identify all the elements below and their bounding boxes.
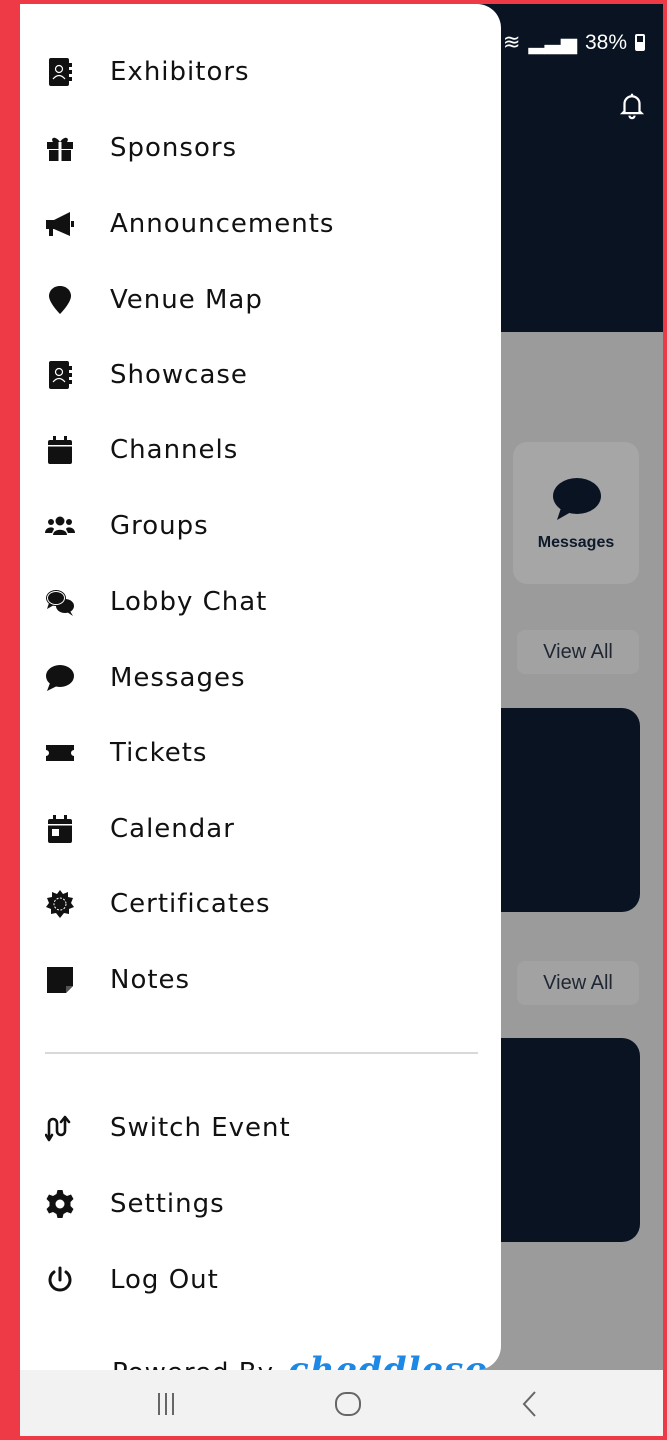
menu-item-label: Log Out <box>110 1265 219 1295</box>
menu-item-label: Venue Map <box>110 285 263 315</box>
menu-item-tickets[interactable]: Tickets <box>20 723 501 783</box>
menu-item-log-out[interactable]: Log Out <box>20 1250 501 1310</box>
menu-item-label: Lobby Chat <box>110 587 268 617</box>
comment-icon <box>44 662 76 694</box>
powered-by: Powered By cheddleso <box>112 1350 488 1370</box>
menu-item-venue-map[interactable]: Venue Map <box>20 270 501 330</box>
menu-divider <box>45 1052 478 1054</box>
certificate-icon <box>44 888 76 920</box>
map-pin-icon <box>44 284 76 316</box>
menu-item-channels[interactable]: Channels <box>20 420 501 480</box>
menu-item-groups[interactable]: Groups <box>20 496 501 556</box>
menu-item-label: Tickets <box>110 738 208 768</box>
signal-icon: ▂▃▅ <box>528 31 577 54</box>
menu-item-label: Certificates <box>110 889 271 919</box>
power-icon <box>44 1264 76 1296</box>
recent-apps-button[interactable] <box>144 1386 188 1422</box>
home-icon <box>335 1392 361 1416</box>
calendar-day-icon <box>44 813 76 845</box>
system-nav-bar <box>20 1370 663 1436</box>
brand-logo: cheddleso <box>288 1350 488 1370</box>
calendar-icon <box>44 434 76 466</box>
sticky-note-icon <box>44 964 76 996</box>
comments-icon <box>44 586 76 618</box>
switch-arrows-icon <box>44 1112 76 1144</box>
recent-apps-icon <box>158 1393 174 1415</box>
back-icon <box>522 1391 536 1417</box>
menu-item-label: Calendar <box>110 814 235 844</box>
powered-by-text: Powered By <box>112 1358 274 1370</box>
gift-icon <box>44 132 76 164</box>
menu-item-announcements[interactable]: Announcements <box>20 194 501 254</box>
menu-item-certificates[interactable]: Certificates <box>20 874 501 934</box>
menu-item-notes[interactable]: Notes <box>20 950 501 1010</box>
ticket-icon <box>44 737 76 769</box>
menu-item-label: Messages <box>110 663 246 693</box>
menu-item-label: Sponsors <box>110 133 238 163</box>
menu-item-label: Showcase <box>110 360 248 390</box>
view-all-button[interactable]: View All <box>517 961 639 1005</box>
menu-item-label: Notes <box>110 965 191 995</box>
menu-item-label: Announcements <box>110 209 335 239</box>
menu-item-label: Settings <box>110 1189 225 1219</box>
address-book-icon <box>44 359 76 391</box>
menu-item-lobby-chat[interactable]: Lobby Chat <box>20 572 501 632</box>
menu-item-label: Exhibitors <box>110 57 250 87</box>
gear-icon <box>44 1188 76 1220</box>
megaphone-icon <box>44 208 76 240</box>
menu-item-label: Groups <box>110 511 209 541</box>
messages-tile-label: Messages <box>537 534 615 551</box>
menu-item-messages[interactable]: Messages <box>20 648 501 708</box>
navigation-drawer: Exhibitors Sponsors Announcements Venue … <box>20 4 501 1370</box>
comment-icon <box>553 478 601 520</box>
address-book-icon <box>44 56 76 88</box>
menu-item-showcase[interactable]: Showcase <box>20 345 501 405</box>
menu-item-settings[interactable]: Settings <box>20 1174 501 1234</box>
menu-item-switch-event[interactable]: Switch Event <box>20 1098 501 1158</box>
menu-item-label: Switch Event <box>110 1113 291 1143</box>
menu-item-calendar[interactable]: Calendar <box>20 799 501 859</box>
menu-item-label: Channels <box>110 435 239 465</box>
menu-item-exhibitors[interactable]: Exhibitors <box>20 42 501 102</box>
battery-text: 38% <box>584 30 627 54</box>
view-all-button[interactable]: View All <box>517 630 639 674</box>
battery-icon <box>635 34 645 51</box>
back-button[interactable] <box>508 1386 552 1422</box>
menu-item-sponsors[interactable]: Sponsors <box>20 118 501 178</box>
home-button[interactable] <box>326 1386 370 1422</box>
wifi-icon: ≋ <box>502 31 521 54</box>
bell-icon[interactable] <box>617 88 647 122</box>
users-icon <box>44 510 76 542</box>
